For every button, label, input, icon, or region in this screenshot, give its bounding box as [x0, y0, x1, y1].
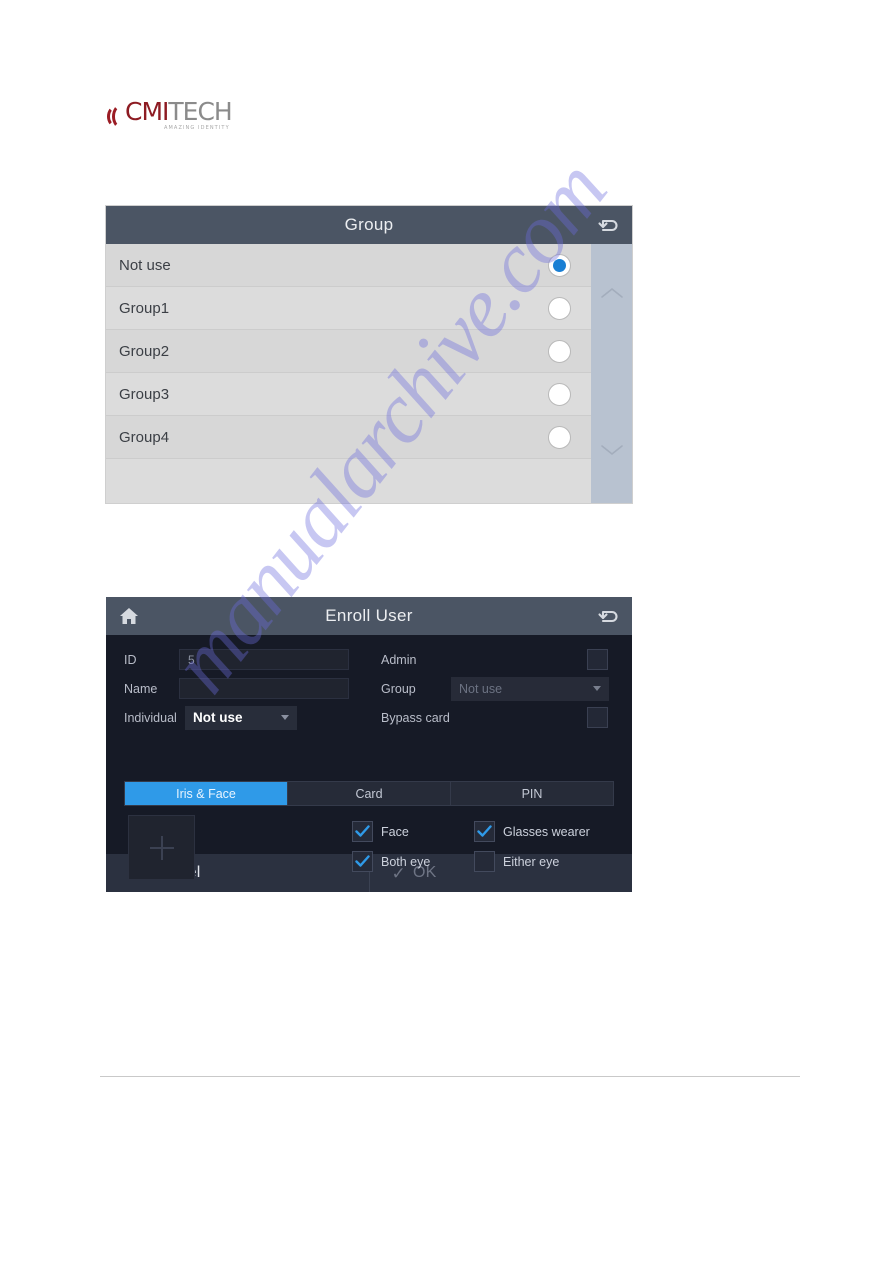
bypass-card-field-row: Bypass card — [381, 703, 626, 732]
group-list-scrollbar[interactable] — [591, 244, 632, 503]
iris-face-options: Face Glasses wearer Both eye Either eye — [352, 815, 614, 880]
group-field-row: Group Not use — [381, 674, 626, 703]
enroll-user-dialog: Enroll User ID 5 Name Individual Not use… — [106, 597, 632, 892]
glasses-wearer-checkbox[interactable] — [474, 821, 495, 842]
bypass-card-checkbox[interactable] — [587, 707, 608, 728]
iris-face-tab-content: Face Glasses wearer Both eye Either eye — [124, 815, 614, 880]
face-label: Face — [381, 824, 409, 839]
group-item-label: Group2 — [119, 342, 170, 360]
home-icon[interactable] — [106, 606, 152, 626]
add-photo-button[interactable] — [128, 815, 195, 880]
individual-field-row: Individual Not use — [124, 703, 381, 732]
group-radio-button[interactable] — [548, 339, 571, 363]
back-arrow-icon[interactable] — [586, 215, 632, 235]
both-eye-label: Both eye — [381, 854, 431, 869]
logo-text-tech: TECH — [168, 97, 232, 126]
admin-checkbox[interactable] — [587, 649, 608, 670]
enroll-form-right-column: Admin Group Not use Bypass card — [381, 645, 626, 732]
both-eye-checkbox[interactable] — [352, 851, 373, 872]
chevron-up-icon[interactable] — [599, 286, 625, 300]
group-item-label: Not use — [119, 256, 171, 274]
option-either-eye[interactable]: Either eye — [474, 851, 614, 872]
id-field-row: ID 5 — [124, 645, 381, 674]
tab-iris-and-face[interactable]: Iris & Face — [125, 782, 288, 805]
group-radio-button[interactable] — [548, 425, 571, 449]
group-list: Not use Group1 Group2 Group3 Group4 — [106, 244, 591, 503]
list-item[interactable]: Group1 — [106, 287, 591, 330]
enroll-dialog-header: Enroll User — [106, 597, 632, 635]
admin-field-row: Admin — [381, 645, 626, 674]
group-dialog: Group Not use Group1 Group2 Group3 Group… — [106, 206, 632, 503]
enroll-dialog-title: Enroll User — [325, 606, 413, 625]
list-empty-area — [106, 459, 591, 503]
face-checkbox[interactable] — [352, 821, 373, 842]
cmitech-arc-logo-icon — [107, 104, 124, 129]
group-radio-button[interactable] — [548, 253, 571, 277]
list-item[interactable]: Group2 — [106, 330, 591, 373]
group-dialog-body: Not use Group1 Group2 Group3 Group4 — [106, 244, 632, 503]
group-dialog-title: Group — [344, 215, 394, 234]
option-face[interactable]: Face — [352, 821, 474, 842]
group-dropdown-value: Not use — [459, 681, 503, 696]
group-dialog-header: Group — [106, 206, 632, 244]
group-label: Group — [381, 681, 416, 696]
list-item[interactable]: Not use — [106, 244, 591, 287]
either-eye-label: Either eye — [503, 854, 560, 869]
group-radio-button[interactable] — [548, 296, 571, 320]
individual-label: Individual — [124, 710, 177, 725]
list-item[interactable]: Group3 — [106, 373, 591, 416]
back-arrow-icon[interactable] — [586, 606, 632, 626]
admin-label: Admin — [381, 652, 417, 667]
name-label: Name — [124, 681, 158, 696]
group-item-label: Group1 — [119, 299, 170, 317]
plus-icon — [149, 835, 174, 860]
either-eye-checkbox[interactable] — [474, 851, 495, 872]
name-field-row: Name — [124, 674, 381, 703]
group-radio-button[interactable] — [548, 382, 571, 406]
enroll-credential-tabs: Iris & Face Card PIN — [124, 781, 614, 806]
chevron-down-icon[interactable] — [599, 443, 625, 457]
name-input[interactable] — [179, 678, 349, 699]
logo-text-cmi: CMI — [125, 97, 169, 126]
chevron-down-icon — [281, 715, 289, 720]
group-item-label: Group4 — [119, 428, 170, 446]
individual-dropdown-value: Not use — [193, 710, 243, 725]
enroll-form-left-column: ID 5 Name Individual Not use — [106, 645, 381, 732]
id-label: ID — [124, 652, 137, 667]
group-dropdown[interactable]: Not use — [451, 676, 609, 701]
option-glasses-wearer[interactable]: Glasses wearer — [474, 821, 614, 842]
option-both-eye[interactable]: Both eye — [352, 851, 474, 872]
enroll-form: ID 5 Name Individual Not use Admin Group… — [106, 635, 632, 880]
id-input[interactable]: 5 — [179, 649, 349, 670]
tab-card[interactable]: Card — [288, 782, 451, 805]
tab-pin[interactable]: PIN — [451, 782, 613, 805]
individual-dropdown[interactable]: Not use — [185, 705, 297, 730]
glasses-wearer-label: Glasses wearer — [503, 824, 590, 839]
cmitech-logo: CMI TECH AMAZING IDENTITY — [107, 97, 233, 131]
group-item-label: Group3 — [119, 385, 170, 403]
list-item[interactable]: Group4 — [106, 416, 591, 459]
chevron-down-icon — [593, 686, 601, 691]
page-footer-divider — [100, 1076, 800, 1077]
bypass-card-label: Bypass card — [381, 710, 450, 725]
